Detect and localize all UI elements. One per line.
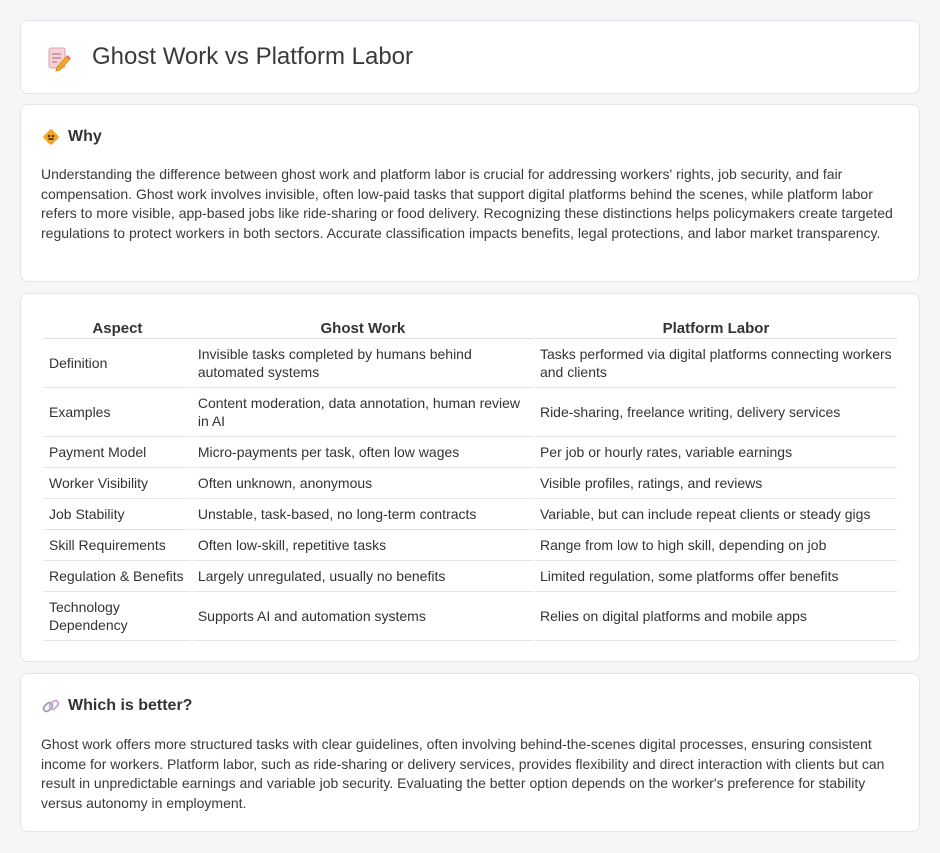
why-heading-label: Why [68,128,102,145]
platform-labor-cell: Per job or hourly rates, variable earnin… [534,437,897,468]
aspect-cell: Worker Visibility [44,468,191,499]
header-aspect: Aspect [44,316,191,339]
table-row: Payment Model Micro-payments per task, o… [44,437,897,468]
better-heading-label: Which is better? [68,697,193,714]
better-text: Ghost work offers more structured tasks … [41,736,885,811]
comparison-table: Aspect Ghost Work Platform Labor Definit… [42,316,899,641]
link-icon [42,699,60,713]
ghost-work-cell: Supports AI and automation systems [192,592,533,641]
ghost-work-cell: Micro-payments per task, often low wages [192,437,533,468]
aspect-cell: Regulation & Benefits [44,561,191,592]
ghost-work-cell: Often low-skill, repetitive tasks [192,530,533,561]
aspect-cell: Technology Dependency [44,592,191,641]
header-ghost-work: Ghost Work [192,316,533,339]
table-row: Worker Visibility Often unknown, anonymo… [44,468,897,499]
platform-labor-cell: Ride-sharing, freelance writing, deliver… [534,388,897,437]
table-row: Definition Invisible tasks completed by … [44,339,897,388]
platform-labor-cell: Tasks performed via digital platforms co… [534,339,897,388]
header-card: Ghost Work vs Platform Labor [20,20,920,94]
which-is-better-section: Which is better? Ghost work offers more … [20,673,920,832]
table-row: Examples Content moderation, data annota… [44,388,897,437]
platform-labor-cell: Relies on digital platforms and mobile a… [534,592,897,641]
why-text: Understanding the difference between gho… [41,166,893,241]
aspect-cell: Job Stability [44,499,191,530]
aspect-cell: Skill Requirements [44,530,191,561]
ghost-work-cell: Often unknown, anonymous [192,468,533,499]
aspect-cell: Payment Model [44,437,191,468]
table-row: Skill Requirements Often low-skill, repe… [44,530,897,561]
platform-labor-cell: Limited regulation, some platforms offer… [534,561,897,592]
table-row: Technology Dependency Supports AI and au… [44,592,897,641]
table-row: Regulation & Benefits Largely unregulate… [44,561,897,592]
header-platform-labor: Platform Labor [534,316,897,339]
comparison-table-card: Aspect Ghost Work Platform Labor Definit… [20,293,920,662]
document-edit-icon [48,47,71,72]
diamond-sign-icon [43,129,59,145]
ghost-work-cell: Content moderation, data annotation, hum… [192,388,533,437]
page-title: Ghost Work vs Platform Labor [92,43,413,70]
aspect-cell: Definition [44,339,191,388]
table-row: Job Stability Unstable, task-based, no l… [44,499,897,530]
ghost-work-cell: Largely unregulated, usually no benefits [192,561,533,592]
platform-labor-cell: Variable, but can include repeat clients… [534,499,897,530]
better-heading: Which is better? [41,696,192,716]
table-header-row: Aspect Ghost Work Platform Labor [44,316,897,339]
platform-labor-cell: Range from low to high skill, depending … [534,530,897,561]
ghost-work-cell: Invisible tasks completed by humans behi… [192,339,533,388]
why-section: Why Understanding the difference between… [20,104,920,282]
why-heading: Why [41,127,102,147]
ghost-work-cell: Unstable, task-based, no long-term contr… [192,499,533,530]
platform-labor-cell: Visible profiles, ratings, and reviews [534,468,897,499]
aspect-cell: Examples [44,388,191,437]
